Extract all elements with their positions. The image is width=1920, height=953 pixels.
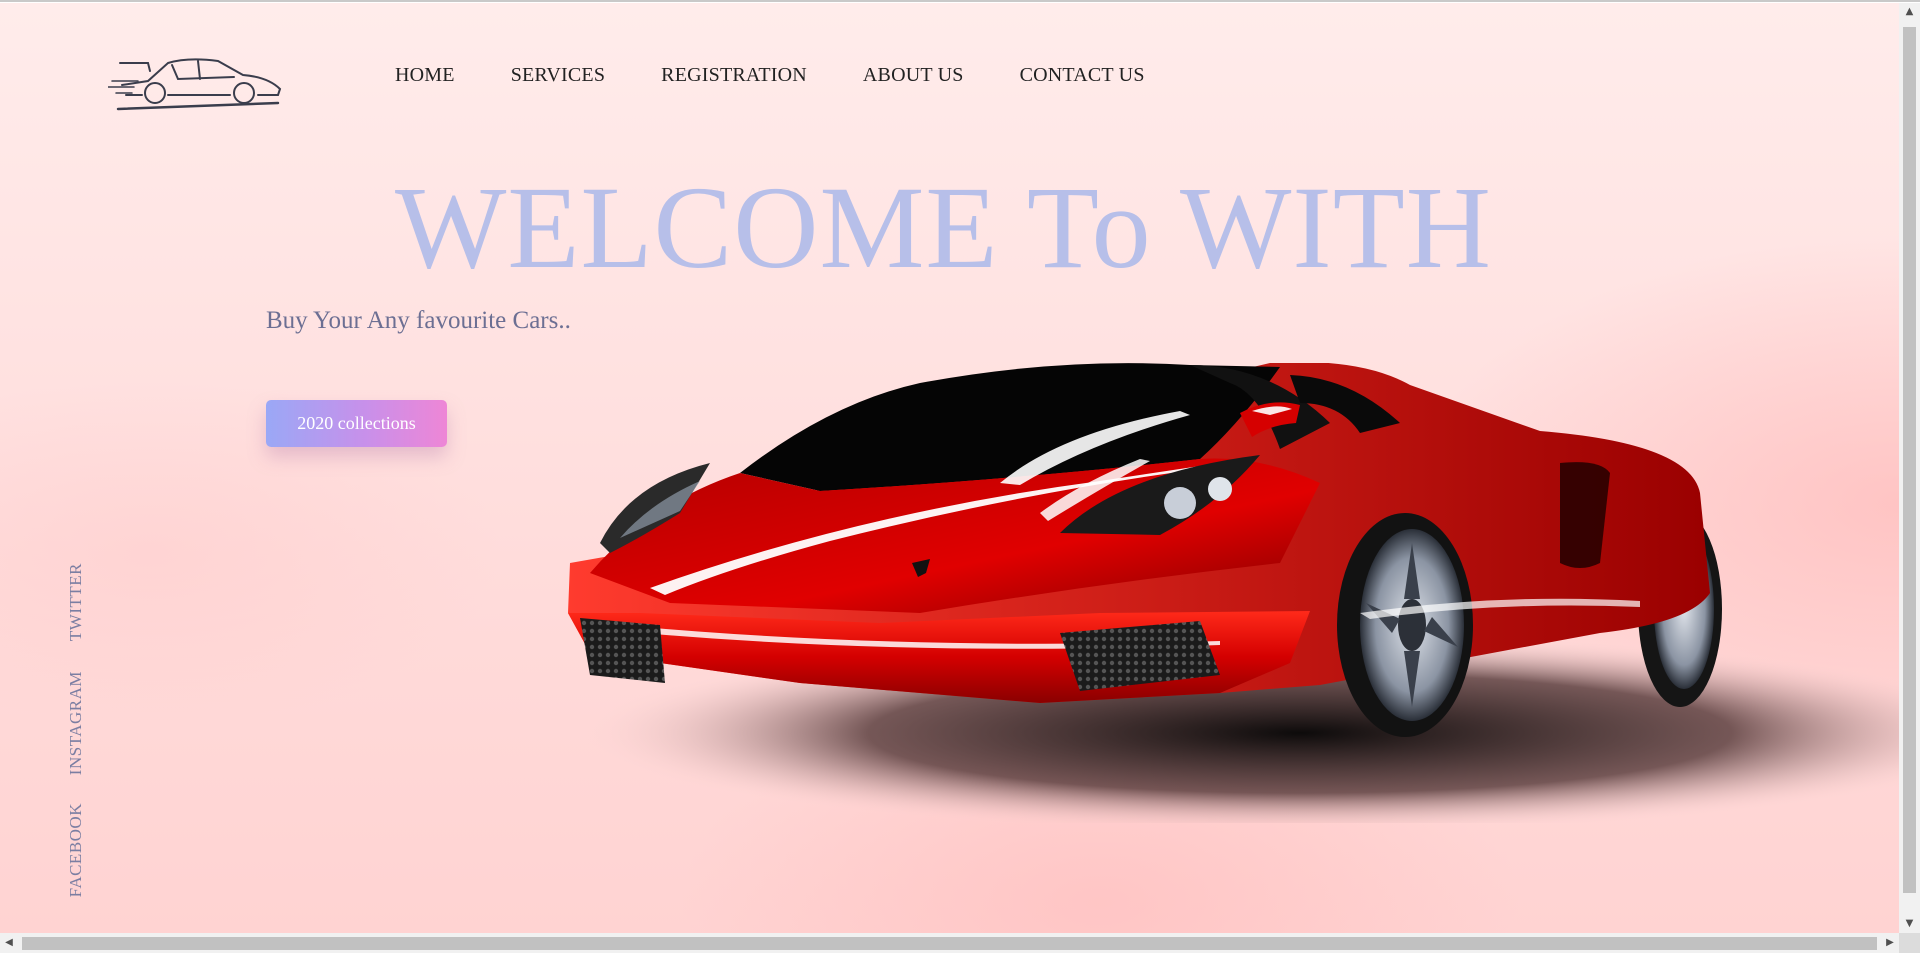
horizontal-scroll-thumb[interactable]	[22, 937, 1877, 950]
arrow-left-icon[interactable]: ◀	[0, 933, 18, 953]
red-sports-car-image	[568, 363, 1899, 823]
nav-about-us-link[interactable]: ABOUT US	[863, 63, 964, 87]
window-top-border	[0, 0, 1920, 2]
social-links: TWITTER INSTAGRAM FACEBOOK	[66, 563, 96, 903]
car-logo-icon[interactable]	[108, 51, 288, 111]
hero-title: WELCOME To WITH	[395, 162, 1492, 293]
arrow-down-icon[interactable]: ▼	[1899, 915, 1920, 933]
twitter-link[interactable]: TWITTER	[66, 563, 86, 641]
nav-services-link[interactable]: SERVICES	[511, 63, 605, 87]
hero-subtitle: Buy Your Any favourite Cars..	[266, 307, 571, 334]
scrollbar-corner	[1899, 933, 1920, 953]
arrow-right-icon[interactable]: ▶	[1881, 933, 1899, 953]
nav-contact-us-link[interactable]: CONTACT US	[1020, 63, 1145, 87]
horizontal-scrollbar[interactable]: ◀ ▶	[0, 933, 1899, 953]
facebook-link[interactable]: FACEBOOK	[66, 803, 86, 897]
vertical-scroll-thumb[interactable]	[1903, 27, 1916, 893]
nav-registration-link[interactable]: REGISTRATION	[661, 63, 807, 87]
instagram-link[interactable]: INSTAGRAM	[66, 671, 86, 775]
vertical-scrollbar[interactable]: ▲ ▼	[1899, 3, 1920, 933]
main-navigation: HOME SERVICES REGISTRATION ABOUT US CONT…	[395, 63, 1201, 87]
arrow-up-icon[interactable]: ▲	[1899, 3, 1920, 21]
collections-button[interactable]: 2020 collections	[266, 400, 447, 447]
nav-home-link[interactable]: HOME	[395, 63, 455, 87]
page-viewport: HOME SERVICES REGISTRATION ABOUT US CONT…	[0, 3, 1899, 933]
